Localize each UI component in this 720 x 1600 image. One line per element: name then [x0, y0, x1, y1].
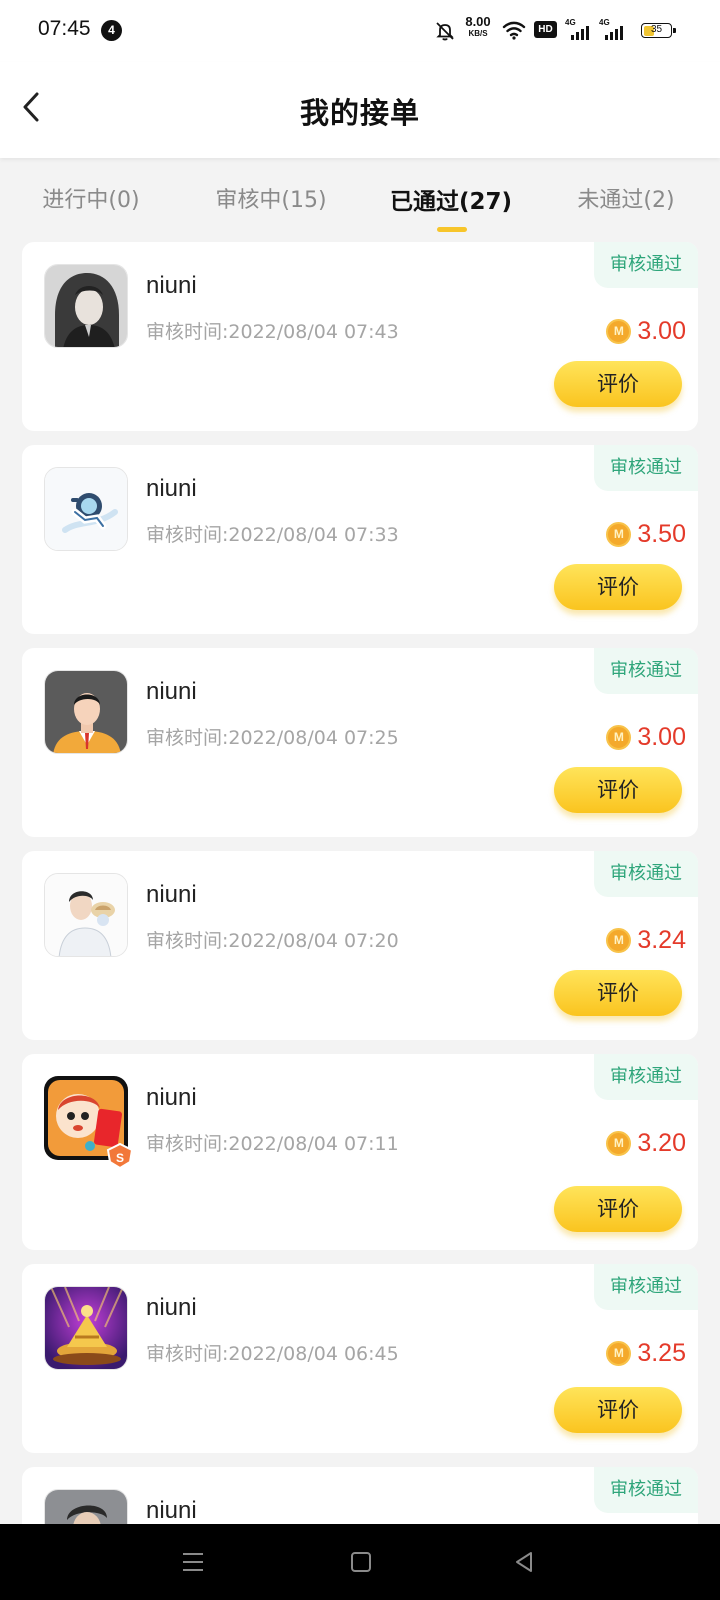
back-triangle-icon[interactable] — [512, 1550, 536, 1574]
tab-approved[interactable]: 已通过(27) — [386, 182, 516, 216]
battery-level: 35 — [650, 24, 663, 35]
reward-amount: M 3.00 — [606, 720, 686, 754]
status-badge: 审核通过 — [594, 648, 698, 694]
review-time: 审核时间:2022/08/04 06:45 — [146, 1343, 399, 1365]
golden-trophy-avatar-icon — [45, 1287, 127, 1369]
mute-bell-icon — [436, 22, 454, 41]
amount-value: 3.00 — [637, 316, 686, 345]
net-speed: 8.00 KB/S — [461, 14, 495, 39]
screen: 07:45 4 8.00 KB/S HD 4G 4G 35 我的接单 进行中(0… — [0, 0, 720, 1600]
status-badge: 审核通过 — [594, 1264, 698, 1310]
signal-1-icon: 4G — [565, 18, 591, 42]
hd-icon: HD — [534, 21, 557, 38]
amount-value: 3.50 — [637, 519, 686, 548]
reward-amount: M 3.00 — [606, 314, 686, 348]
battery-icon: 35 — [641, 23, 676, 38]
reward-amount: M 3.25 — [606, 1336, 686, 1370]
wifi-icon — [502, 21, 526, 40]
rate-button[interactable]: 评价 — [554, 970, 682, 1016]
tab-rejected[interactable]: 未通过(2) — [566, 182, 686, 214]
tab-under-review[interactable]: 审核中(15) — [206, 182, 336, 214]
status-tabs: 进行中(0) 审核中(15) 已通过(27) 未通过(2) — [0, 170, 720, 232]
coin-icon: M — [606, 521, 632, 547]
avatar — [44, 873, 128, 957]
amount-value: 3.24 — [637, 925, 686, 954]
avatar — [44, 264, 128, 348]
astronaut-avatar-icon — [45, 468, 127, 550]
user-name: niuni — [146, 1497, 197, 1524]
order-card[interactable]: 审核通过 niuni 审核时间:2022/08/04 07:20 M 3.24 … — [22, 851, 698, 1040]
rate-button[interactable]: 评价 — [554, 1186, 682, 1232]
order-card[interactable]: 审核通过 niuni 审核时间:2022/08/04 07:43 M 3.00 … — [22, 242, 698, 431]
user-name: niuni — [146, 678, 197, 705]
battery-tip — [673, 28, 676, 33]
status-badge: 审核通过 — [594, 851, 698, 897]
avatar — [44, 1286, 128, 1370]
review-time: 审核时间:2022/08/04 07:11 — [146, 1133, 399, 1155]
coin-icon: M — [606, 318, 632, 344]
order-card[interactable]: 审核通过 S niuni 审核时间:2022/08/04 07:11 M 3.2… — [22, 1054, 698, 1250]
amount-value: 3.20 — [637, 1128, 686, 1157]
status-icons: 8.00 KB/S HD 4G 4G 35 — [435, 14, 676, 46]
user-name: niuni — [146, 1084, 197, 1111]
user-name: niuni — [146, 272, 197, 299]
review-time: 审核时间:2022/08/04 07:20 — [146, 930, 399, 952]
boy-with-hat-avatar-icon — [45, 874, 127, 956]
page-title: 我的接单 — [299, 96, 420, 130]
status-badge: 审核通过 — [594, 1467, 698, 1513]
status-badge: 审核通过 — [594, 242, 698, 288]
amount-value: 3.25 — [637, 1338, 686, 1367]
status-badge: 审核通过 — [594, 1054, 698, 1100]
user-name: niuni — [146, 881, 197, 908]
rate-button[interactable]: 评价 — [554, 564, 682, 610]
home-square-icon[interactable] — [349, 1550, 373, 1574]
tab-in-progress[interactable]: 进行中(0) — [30, 182, 152, 214]
menu-icon[interactable] — [180, 1550, 206, 1574]
notification-count-badge: 4 — [101, 20, 122, 41]
order-card[interactable]: 审核通过 niuni 审核时间:2022/08/04 07:25 M 3.00 … — [22, 648, 698, 837]
review-time: 审核时间:2022/08/04 07:25 — [146, 727, 399, 749]
review-time: 审核时间:2022/08/04 07:33 — [146, 524, 399, 546]
reward-amount: M 3.24 — [606, 923, 686, 957]
anime-swordsman-avatar-icon — [45, 265, 127, 347]
net-speed-value: 8.00 — [465, 14, 491, 29]
cartoon-redpacket-avatar-icon: S — [44, 1076, 134, 1170]
order-card[interactable]: 审核通过 niuni 审核时间:2022/08/04 07:33 M 3.50 … — [22, 445, 698, 634]
app-header: 我的接单 — [0, 62, 720, 158]
svg-text:S: S — [116, 1151, 124, 1165]
rate-button[interactable]: 评价 — [554, 361, 682, 407]
avatar — [44, 670, 128, 754]
coin-icon: M — [606, 724, 632, 750]
review-time: 审核时间:2022/08/04 07:43 — [146, 321, 399, 343]
avatar — [44, 467, 128, 551]
coin-icon: M — [606, 1130, 632, 1156]
status-time: 07:45 — [38, 17, 91, 40]
amount-value: 3.00 — [637, 722, 686, 751]
rate-button[interactable]: 评价 — [554, 767, 682, 813]
user-name: niuni — [146, 1294, 197, 1321]
coin-icon: M — [606, 927, 632, 953]
system-navigation-bar — [0, 1524, 720, 1600]
status-bar: 07:45 4 8.00 KB/S HD 4G 4G 35 — [0, 0, 720, 62]
hd-label: HD — [538, 24, 553, 35]
status-badge: 审核通过 — [594, 445, 698, 491]
order-card[interactable]: 审核通过 niuni 审核时间:2022/08/04 06:45 M 3.25 … — [22, 1264, 698, 1453]
businessman-avatar-icon — [45, 671, 127, 753]
reward-amount: M 3.50 — [606, 517, 686, 551]
rate-button[interactable]: 评价 — [554, 1387, 682, 1433]
active-tab-indicator — [437, 227, 467, 232]
avatar: S — [44, 1076, 134, 1170]
signal-2-icon: 4G — [599, 18, 625, 42]
net-speed-unit: KB/S — [468, 29, 488, 38]
reward-amount: M 3.20 — [606, 1126, 686, 1160]
user-name: niuni — [146, 475, 197, 502]
coin-icon: M — [606, 1340, 632, 1366]
